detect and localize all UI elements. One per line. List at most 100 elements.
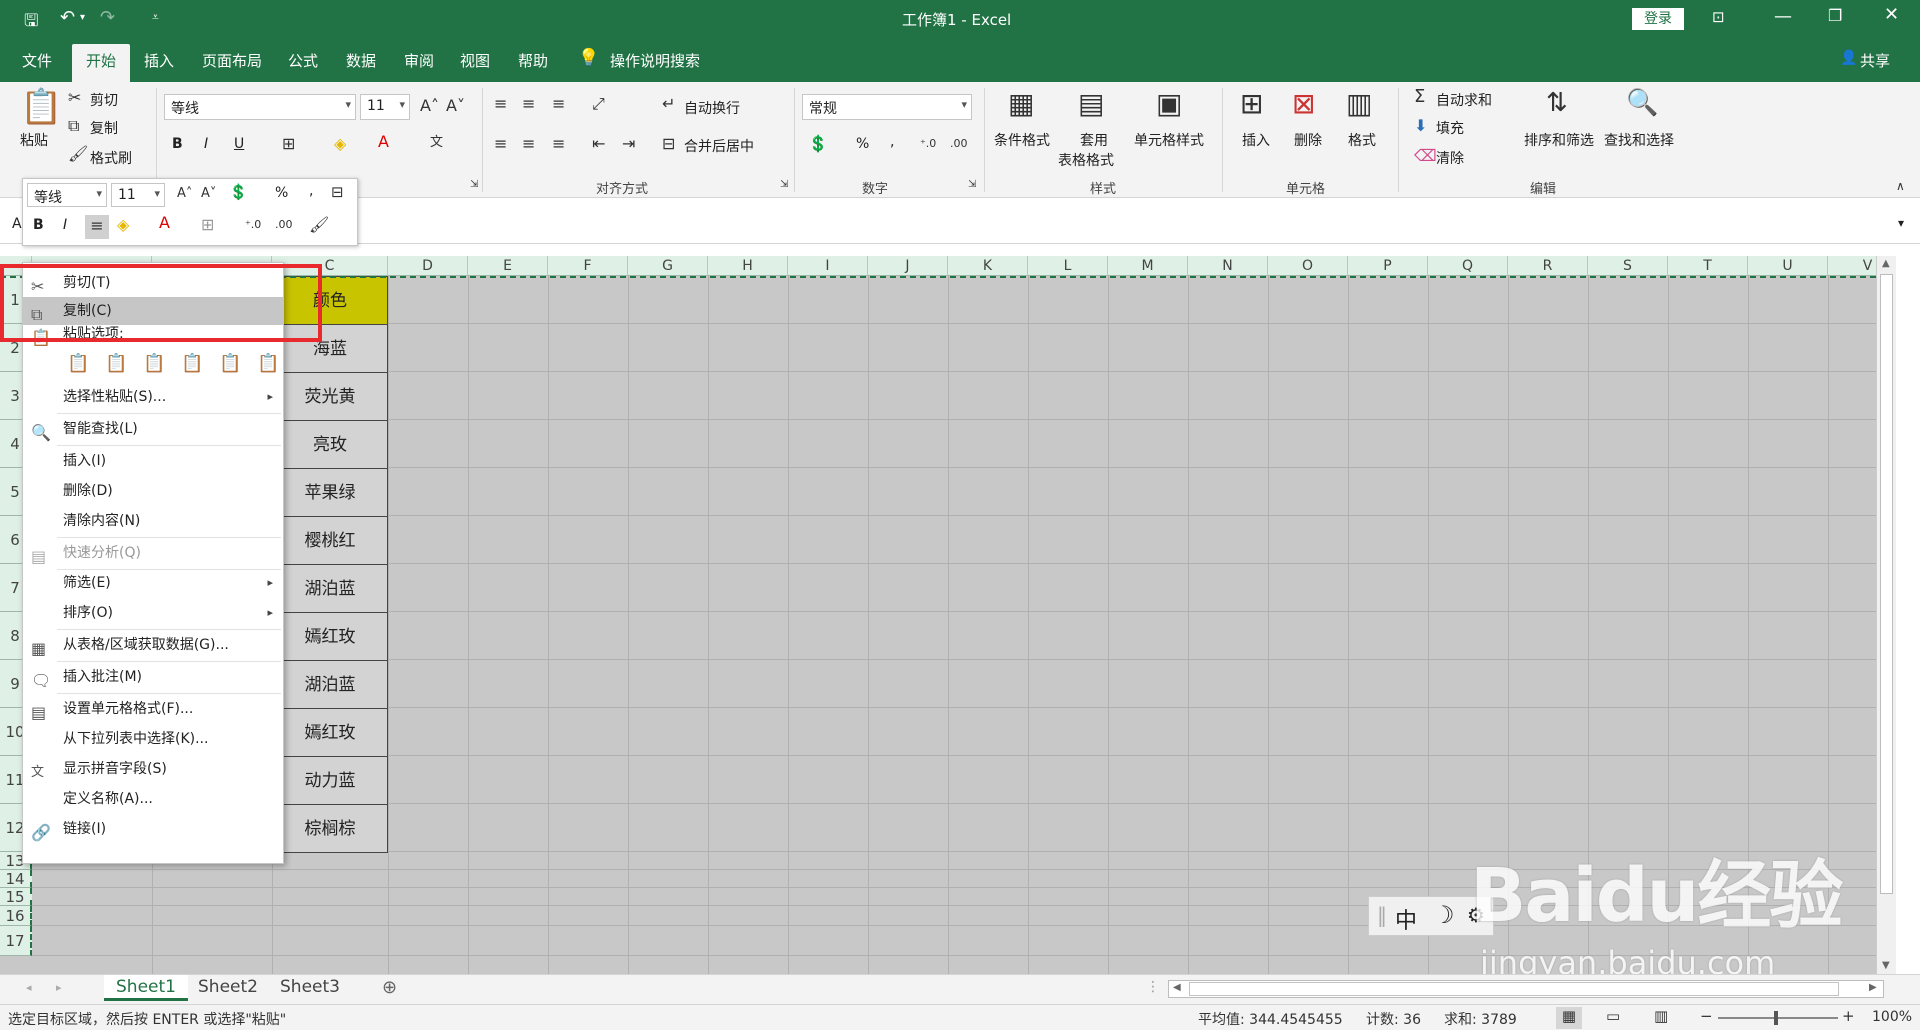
insert-cells-button[interactable]: 插入 bbox=[1242, 130, 1270, 150]
menu-item-paste-special[interactable]: 选择性粘贴(S)... ▸ bbox=[23, 383, 283, 411]
collapse-ribbon-icon[interactable]: ∧ bbox=[1896, 180, 1905, 192]
paste-transpose-icon[interactable]: 📋 bbox=[181, 355, 203, 373]
zoom-level[interactable]: 100% bbox=[1872, 1009, 1912, 1025]
font-color-icon[interactable]: A bbox=[378, 134, 389, 150]
sort-filter-button[interactable]: 排序和筛选 bbox=[1524, 130, 1594, 150]
tab-home[interactable]: 开始 bbox=[72, 44, 131, 82]
paste-formulas-icon[interactable]: 📋 bbox=[143, 355, 165, 373]
cell-styles-button[interactable]: 单元格样式 bbox=[1134, 130, 1204, 150]
scroll-left-icon[interactable]: ◀ bbox=[1173, 982, 1181, 993]
ribbon-display-icon[interactable]: ⊡ bbox=[1712, 8, 1725, 26]
zoom-in-icon[interactable]: + bbox=[1842, 1007, 1855, 1025]
menu-item-define-name[interactable]: 定义名称(A)... bbox=[23, 785, 283, 813]
name-box[interactable]: A bbox=[12, 216, 22, 232]
sheet-tab-sheet1[interactable]: Sheet1 bbox=[104, 975, 188, 1001]
copy-button[interactable]: 复制 bbox=[90, 118, 118, 138]
mini-italic-button[interactable]: I bbox=[63, 217, 67, 233]
tab-insert[interactable]: 插入 bbox=[144, 50, 174, 71]
sheet-tab-sheet3[interactable]: Sheet3 bbox=[268, 975, 352, 1001]
mini-format-painter-icon[interactable]: 🖌 bbox=[309, 217, 329, 233]
mini-accounting-icon[interactable]: 💲 bbox=[229, 185, 248, 200]
column-header-t[interactable]: T bbox=[1668, 256, 1748, 276]
mini-font-name-select[interactable]: 等线 bbox=[27, 183, 107, 207]
scroll-right-icon[interactable]: ▶ bbox=[1869, 982, 1877, 993]
column-header-u[interactable]: U bbox=[1748, 256, 1828, 276]
column-header-i[interactable]: I bbox=[788, 256, 868, 276]
menu-item-delete[interactable]: 删除(D) bbox=[23, 477, 283, 505]
fill-color-icon[interactable]: ◈ bbox=[334, 136, 346, 152]
merge-center-button[interactable]: 合并后居中 bbox=[684, 136, 754, 156]
customize-qat-icon[interactable]: ⩡ bbox=[152, 10, 159, 25]
column-header-p[interactable]: P bbox=[1348, 256, 1428, 276]
mini-decrease-font-icon[interactable]: A˅ bbox=[201, 187, 216, 200]
menu-item-smart-lookup[interactable]: 🔍 智能查找(L) bbox=[23, 415, 283, 443]
mini-font-color-icon[interactable]: A bbox=[159, 215, 170, 231]
percent-button[interactable]: % bbox=[856, 136, 869, 152]
number-dialog-launcher-icon[interactable]: ⇲ bbox=[968, 180, 976, 190]
font-name-select[interactable]: 等线 bbox=[164, 94, 356, 120]
mini-bold-button[interactable]: B bbox=[33, 217, 44, 233]
sheet-tab-sheet2[interactable]: Sheet2 bbox=[186, 975, 270, 1001]
number-format-select[interactable]: 常规 bbox=[802, 94, 972, 120]
increase-decimal-icon[interactable]: ⁺.0 bbox=[920, 138, 936, 149]
mini-percent-button[interactable]: % bbox=[275, 185, 288, 201]
column-header-l[interactable]: L bbox=[1028, 256, 1108, 276]
underline-button[interactable]: U bbox=[234, 136, 244, 152]
column-header-d[interactable]: D bbox=[388, 256, 468, 276]
paste-values-icon[interactable]: 📋 bbox=[105, 355, 127, 373]
paste-icon[interactable]: 📋 bbox=[20, 90, 62, 124]
vertical-scroll-thumb[interactable] bbox=[1880, 274, 1893, 894]
tell-me-search[interactable]: 操作说明搜索 bbox=[610, 50, 700, 71]
tab-view[interactable]: 视图 bbox=[460, 50, 490, 71]
increase-font-icon[interactable]: A˄ bbox=[420, 98, 439, 114]
page-break-view-icon[interactable]: ▥ bbox=[1654, 1007, 1668, 1025]
restore-icon[interactable]: ❐ bbox=[1828, 6, 1842, 25]
login-button[interactable]: 登录 bbox=[1632, 8, 1684, 30]
tab-review[interactable]: 审阅 bbox=[404, 50, 434, 71]
menu-item-sort[interactable]: 排序(O) ▸ bbox=[23, 599, 283, 627]
column-header-s[interactable]: S bbox=[1588, 256, 1668, 276]
column-header-n[interactable]: N bbox=[1188, 256, 1268, 276]
align-top-icon[interactable]: ≡ bbox=[494, 96, 507, 112]
normal-view-icon[interactable]: ▦ bbox=[1556, 1007, 1582, 1029]
undo-dropdown-icon[interactable]: ▾ bbox=[80, 12, 85, 23]
menu-item-pick-list[interactable]: 从下拉列表中选择(K)... bbox=[23, 725, 283, 753]
wrap-text-button[interactable]: 自动换行 bbox=[684, 98, 740, 118]
format-cells-button[interactable]: 格式 bbox=[1348, 130, 1376, 150]
menu-item-insert-comment[interactable]: 🗨 插入批注(M) bbox=[23, 663, 283, 691]
decrease-indent-icon[interactable]: ⇤ bbox=[592, 136, 605, 152]
italic-button[interactable]: I bbox=[204, 136, 208, 152]
menu-item-clear-contents[interactable]: 清除内容(N) bbox=[23, 507, 283, 535]
format-table-line1[interactable]: 套用 bbox=[1080, 130, 1108, 150]
decrease-decimal-icon[interactable]: .00 bbox=[950, 138, 968, 149]
fill-button[interactable]: 填充 bbox=[1436, 118, 1464, 138]
align-center-icon[interactable]: ≡ bbox=[522, 136, 535, 152]
moon-icon[interactable]: ☽ bbox=[1433, 901, 1455, 929]
decrease-font-icon[interactable]: A˅ bbox=[446, 98, 465, 114]
mini-comma-button[interactable]: , bbox=[309, 183, 313, 199]
alignment-dialog-launcher-icon[interactable]: ⇲ bbox=[780, 180, 788, 190]
delete-cells-button[interactable]: 删除 bbox=[1294, 130, 1322, 150]
tab-formulas[interactable]: 公式 bbox=[288, 50, 318, 71]
column-header-h[interactable]: H bbox=[708, 256, 788, 276]
column-header-o[interactable]: O bbox=[1268, 256, 1348, 276]
find-select-button[interactable]: 查找和选择 bbox=[1604, 130, 1674, 150]
align-bottom-icon[interactable]: ≡ bbox=[552, 96, 565, 112]
phonetic-icon[interactable]: 文 bbox=[430, 136, 443, 149]
clear-button[interactable]: 清除 bbox=[1436, 148, 1464, 168]
prev-sheet-icon[interactable]: ◂ bbox=[26, 981, 32, 994]
increase-indent-icon[interactable]: ⇥ bbox=[622, 136, 635, 152]
expand-formula-icon[interactable]: ▾ bbox=[1898, 216, 1904, 230]
redo-icon[interactable]: ↷ bbox=[100, 7, 115, 28]
mini-decrease-decimal-icon[interactable]: .00 bbox=[275, 219, 293, 230]
mini-increase-decimal-icon[interactable]: ⁺.0 bbox=[245, 219, 261, 230]
mini-increase-font-icon[interactable]: A˄ bbox=[177, 187, 192, 200]
tab-help[interactable]: 帮助 bbox=[518, 50, 548, 71]
minimize-icon[interactable]: — bbox=[1774, 6, 1792, 27]
mini-center-icon[interactable]: ≡ bbox=[85, 215, 109, 239]
align-middle-icon[interactable]: ≡ bbox=[522, 96, 535, 112]
mini-merge-icon[interactable]: ⊟ bbox=[331, 185, 344, 200]
menu-item-get-data[interactable]: ▦ 从表格/区域获取数据(G)... bbox=[23, 631, 283, 659]
autosum-button[interactable]: 自动求和 bbox=[1436, 90, 1492, 110]
ime-language-toggle[interactable]: 中 bbox=[1395, 903, 1417, 935]
